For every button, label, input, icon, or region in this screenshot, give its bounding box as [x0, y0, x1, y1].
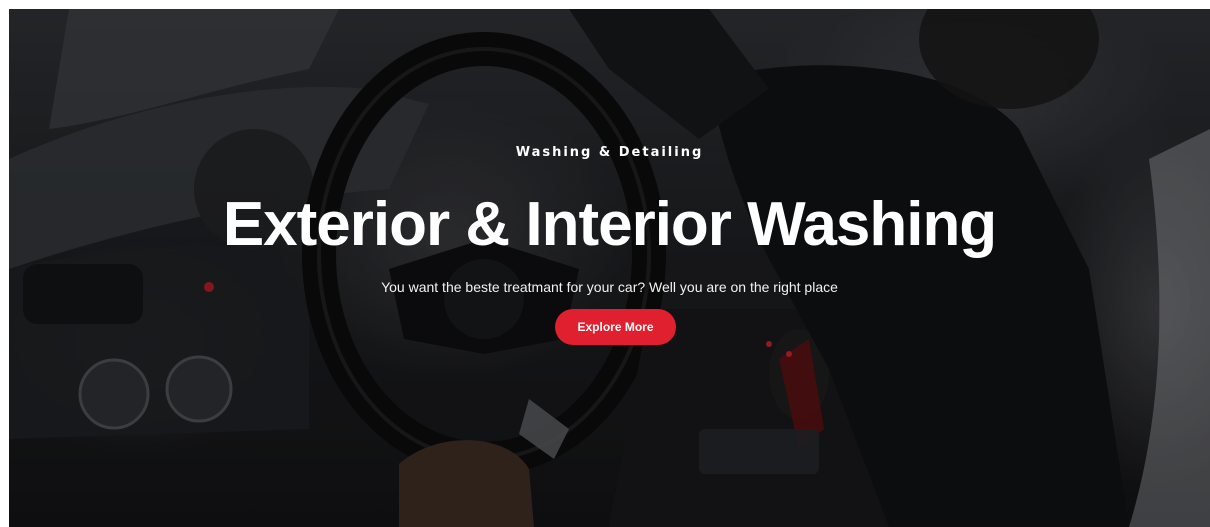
explore-more-button[interactable]: Explore More: [555, 309, 676, 345]
hero-section: Washing & Detailing Exterior & Interior …: [9, 9, 1210, 527]
hero-eyebrow: Washing & Detailing: [515, 145, 704, 160]
hero-content: Washing & Detailing Exterior & Interior …: [9, 9, 1210, 527]
hero-headline: Exterior & Interior Washing: [222, 190, 997, 259]
hero-subline: You want the beste treatmant for your ca…: [381, 279, 838, 295]
